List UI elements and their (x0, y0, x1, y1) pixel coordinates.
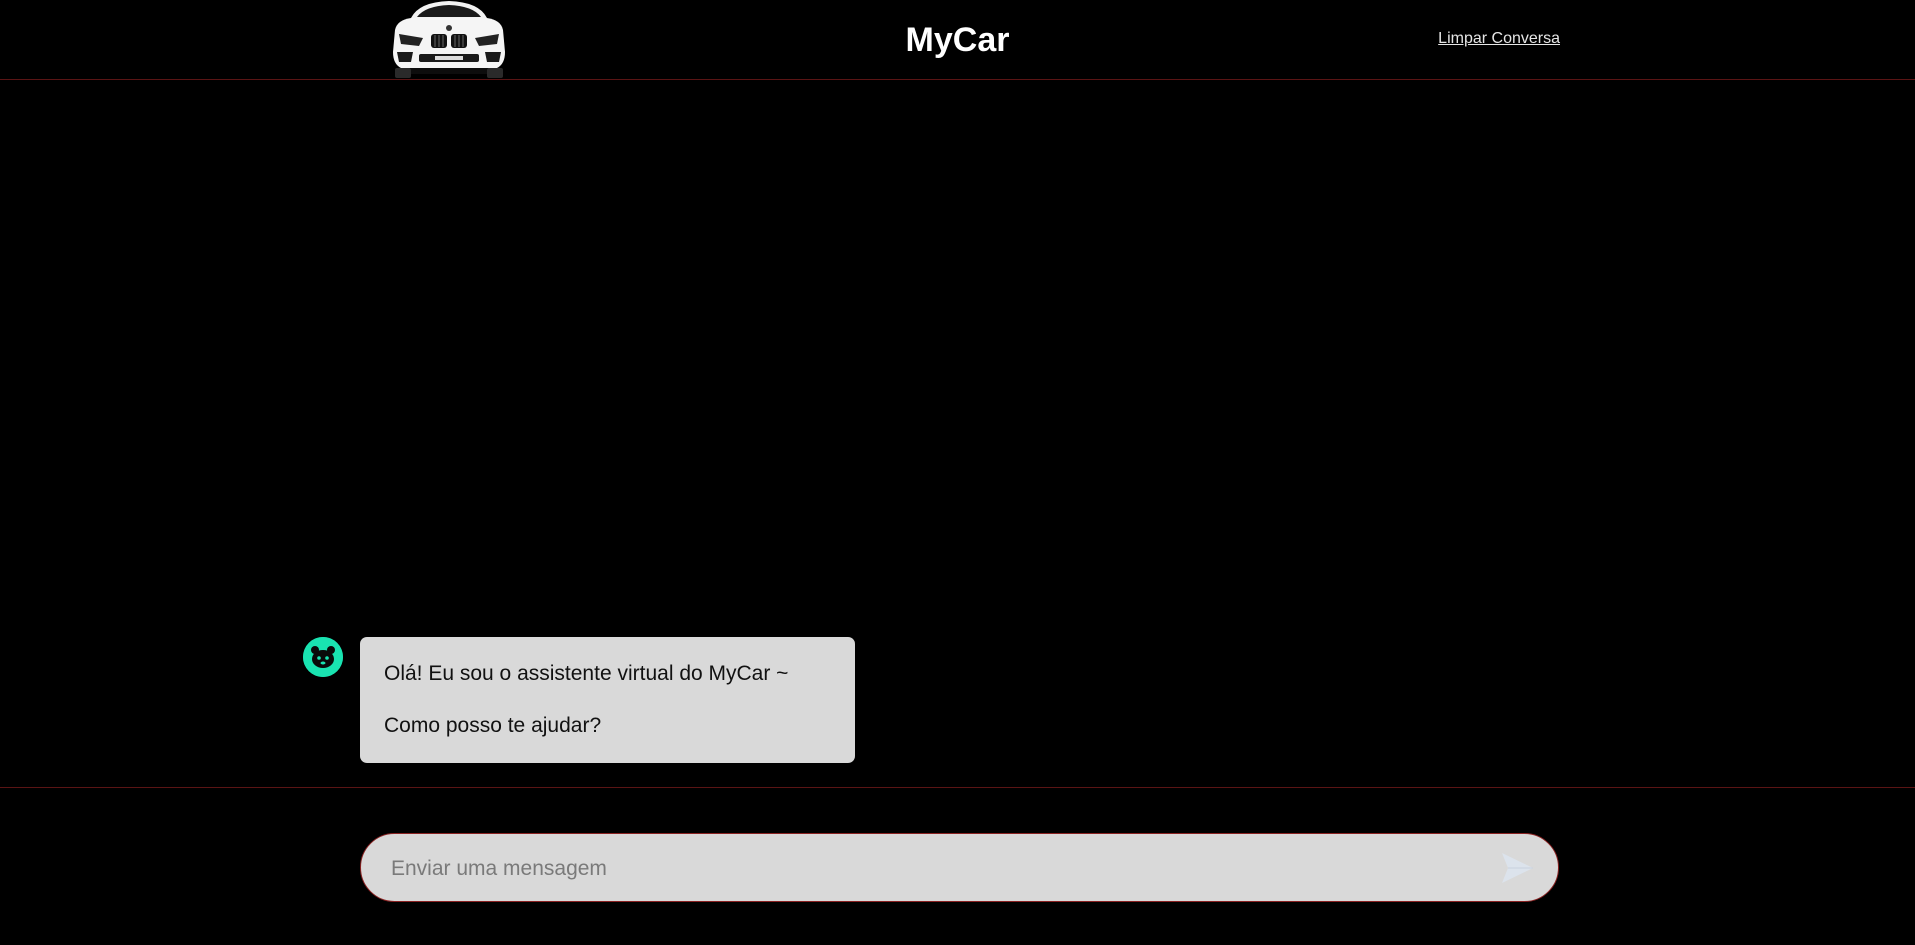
chat-area (0, 80, 1915, 787)
clear-conversation-link[interactable]: Limpar Conversa (1400, 30, 1560, 48)
message-line: Olá! Eu sou o assistente virtual do MyCa… (384, 662, 789, 685)
header: MyCar Limpar Conversa (0, 0, 1915, 80)
message-composer (360, 833, 1559, 903)
message-input[interactable] (389, 834, 1453, 903)
page-title: MyCar (905, 21, 1010, 59)
send-icon[interactable] (1499, 851, 1535, 885)
message-line: Como posso te ajudar? (384, 714, 602, 737)
bot-message-bubble: Olá! Eu sou o assistente virtual do MyCa… (360, 637, 855, 763)
divider (0, 787, 1915, 788)
bot-face-icon (303, 637, 343, 677)
